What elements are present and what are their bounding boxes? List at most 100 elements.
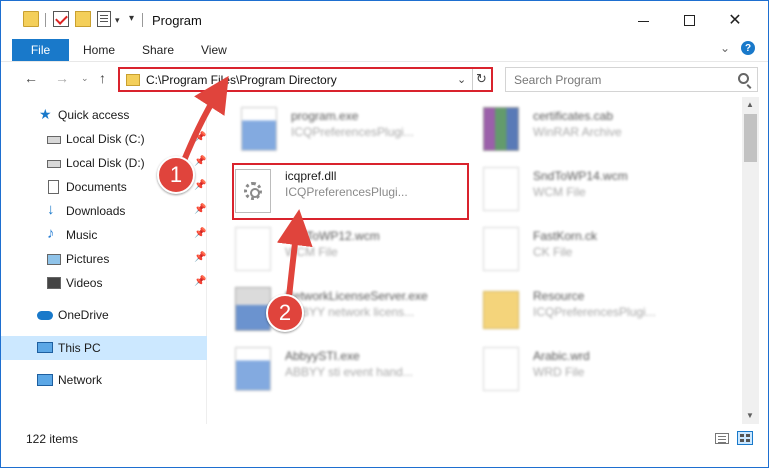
file-name: AbbyySTI.exe [285, 349, 360, 363]
step-2-badge: 2 [266, 294, 304, 332]
file-item[interactable]: program.exe ICQPreferencesPlugi... [241, 107, 476, 169]
sidebar-item-label: Downloads [66, 204, 126, 218]
file-name: program.exe [291, 109, 359, 123]
tab-home[interactable]: Home [83, 43, 115, 57]
recent-locations-icon[interactable]: ⌄ [81, 73, 89, 84]
details-view-icon[interactable] [715, 433, 729, 444]
file-item[interactable]: Arabic.wrd WRD File [483, 347, 718, 409]
pin-icon[interactable]: 📌 [194, 228, 206, 239]
videos-icon [47, 277, 61, 289]
sidebar-item-label: OneDrive [58, 308, 109, 322]
sidebar-item-label: Local Disk (D:) [66, 156, 145, 170]
file-type: WCM File [285, 245, 338, 259]
title-divider [142, 13, 143, 27]
file-type: ABBYY network licens... [285, 305, 415, 319]
search-icon[interactable] [738, 73, 749, 84]
pin-icon[interactable]: 📌 [194, 156, 206, 167]
pin-icon[interactable]: 📌 [194, 276, 206, 287]
refresh-icon[interactable]: ↻ [476, 71, 487, 87]
forward-arrow-icon[interactable]: → [55, 70, 69, 86]
file-item[interactable]: FastKorn.ck CK File [483, 227, 718, 289]
documents-icon [48, 180, 59, 194]
sidebar-item-this-pc[interactable]: This PC [1, 336, 207, 360]
help-icon[interactable]: ? [741, 41, 755, 55]
sidebar-item-onedrive[interactable]: OneDrive [1, 303, 207, 327]
folder-icon [23, 11, 39, 27]
sidebar-item-music[interactable]: ♪ Music 📌 [1, 223, 207, 247]
file-name: Resource [533, 289, 585, 303]
item-count: 122 items [26, 432, 79, 446]
sidebar-item-pictures[interactable]: Pictures 📌 [1, 247, 207, 271]
toolbar-divider [45, 13, 46, 27]
sidebar-item-label: Videos [66, 276, 103, 290]
tiles-view-icon[interactable] [737, 431, 753, 445]
tab-view[interactable]: View [201, 43, 227, 57]
file-icon [235, 227, 271, 271]
file-type: CK File [533, 245, 573, 259]
file-item[interactable]: certificates.cab WinRAR Archive [483, 107, 718, 169]
file-type: ABBYY sti event hand... [285, 365, 413, 379]
file-name: certificates.cab [533, 109, 614, 123]
title-bar: ▾ ▾ Program ✕ [1, 1, 768, 39]
address-bar[interactable]: C:\Program Files\Program Directory ⌄ ↻ [118, 67, 493, 92]
pin-icon[interactable]: 📌 [194, 252, 206, 263]
maximize-button[interactable] [666, 1, 712, 39]
minimize-icon [637, 20, 649, 22]
folder-icon [126, 74, 140, 86]
file-list: program.exe ICQPreferencesPlugi... certi… [208, 97, 742, 424]
search-input[interactable]: Search Program [505, 67, 758, 92]
sidebar-item-downloads[interactable]: ↓ Downloads 📌 [1, 199, 207, 223]
new-folder-icon[interactable] [75, 11, 91, 27]
properties-check-icon[interactable] [53, 11, 69, 27]
file-item[interactable]: SndToWP12.wcm WCM File [235, 227, 470, 289]
file-name: SndToWP12.wcm [285, 229, 380, 243]
scroll-down-icon[interactable]: ▼ [746, 411, 754, 420]
star-icon: ★ [39, 106, 52, 122]
sidebar-item-label: Pictures [66, 252, 110, 266]
pin-icon[interactable]: 📌 [194, 180, 206, 191]
file-name: SndToWP14.wcm [533, 169, 628, 183]
file-item[interactable]: SndToWP14.wcm WCM File [483, 167, 718, 229]
file-item[interactable]: Resource ICQPreferencesPlugi... [483, 287, 718, 349]
search-placeholder: Search Program [514, 73, 602, 87]
status-bar: 122 items [1, 424, 768, 452]
expand-ribbon-icon[interactable]: ⌄ [720, 41, 730, 55]
computer-icon [37, 342, 53, 353]
chevron-down-icon[interactable]: ⌄ [457, 73, 466, 86]
quick-access-toolbar-caret-icon[interactable]: ▾ [115, 15, 120, 26]
file-item[interactable]: AbbyySTI.exe ABBYY sti event hand... [235, 347, 470, 409]
file-name: Arabic.wrd [533, 349, 590, 363]
customize-toolbar-icon[interactable]: ▾ [129, 13, 134, 24]
file-name: NetworkLicenseServer.exe [285, 289, 428, 303]
file-type: WRD File [533, 365, 585, 379]
pin-icon[interactable]: 📌 [194, 132, 206, 143]
network-icon [37, 374, 53, 386]
sidebar-item-network[interactable]: Network [1, 368, 207, 392]
folder-icon [483, 291, 519, 329]
back-arrow-icon[interactable]: ← [24, 70, 38, 86]
scrollbar-thumb[interactable] [744, 114, 757, 162]
sidebar-item-quick-access[interactable]: ★ Quick access [1, 103, 207, 127]
step-1-badge: 1 [157, 156, 195, 194]
sidebar-item-videos[interactable]: Videos 📌 [1, 271, 207, 295]
maximize-icon [683, 14, 695, 26]
up-arrow-icon[interactable]: ↑ [99, 70, 106, 86]
vertical-scrollbar[interactable]: ▲ ▼ [742, 97, 759, 424]
close-button[interactable]: ✕ [712, 1, 758, 39]
tab-share[interactable]: Share [142, 43, 174, 57]
tab-file[interactable]: File [12, 39, 69, 61]
file-icon [483, 227, 519, 271]
sidebar-item-label: Music [66, 228, 98, 242]
address-divider [472, 69, 473, 90]
disk-icon [47, 136, 61, 144]
dll-highlight-box [232, 163, 469, 220]
scroll-up-icon[interactable]: ▲ [746, 100, 754, 109]
address-path[interactable]: C:\Program Files\Program Directory [146, 73, 337, 87]
minimize-button[interactable] [620, 1, 666, 39]
pin-icon[interactable]: 📌 [194, 204, 206, 215]
close-icon: ✕ [728, 12, 742, 29]
sidebar-item-local-disk-c[interactable]: Local Disk (C:) 📌 [1, 127, 207, 151]
rename-icon[interactable] [97, 11, 111, 27]
file-type: WCM File [533, 185, 586, 199]
disk-icon [47, 160, 61, 168]
